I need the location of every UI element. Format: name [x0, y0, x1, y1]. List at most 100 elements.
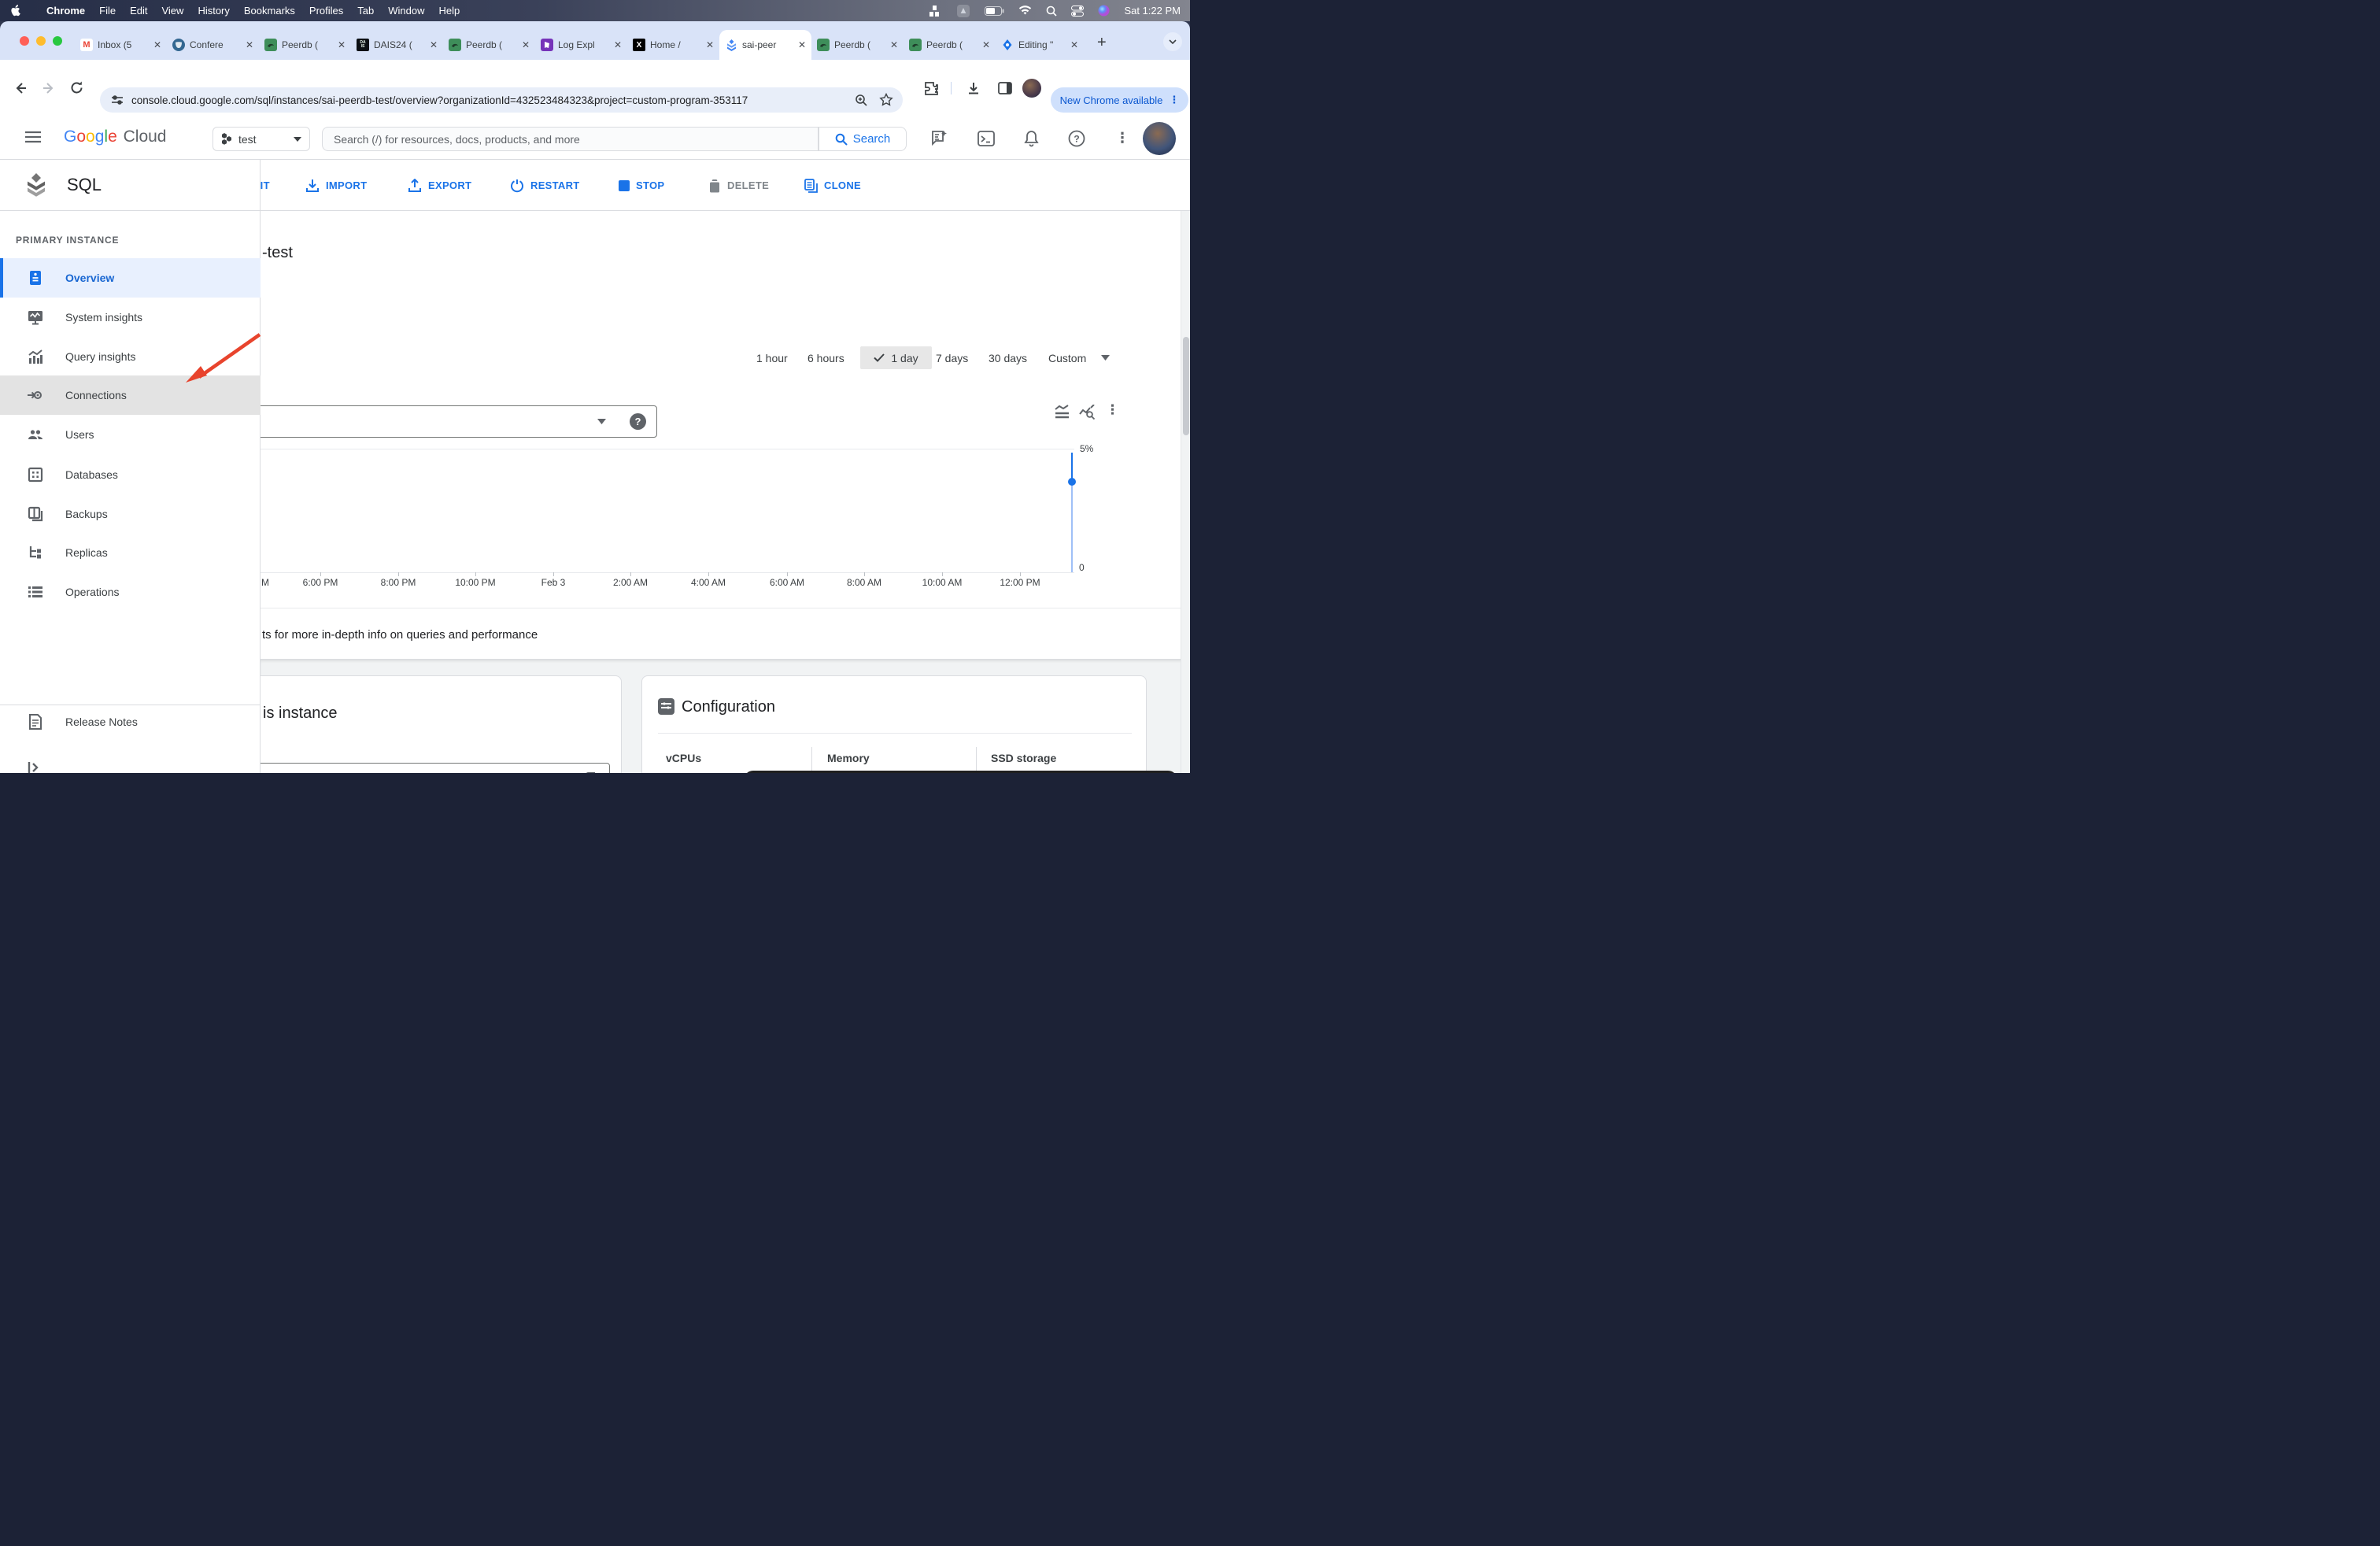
chart-more-vert-icon[interactable]: ⋮ [1106, 402, 1119, 418]
zoom-page-icon[interactable] [855, 94, 868, 107]
extensions-icon[interactable] [924, 81, 939, 96]
omnibox[interactable]: console.cloud.google.com/sql/instances/s… [100, 87, 903, 113]
tab-close-icon[interactable]: ✕ [798, 39, 806, 50]
time-range-custom[interactable]: Custom [1048, 346, 1086, 369]
gcloud-logo[interactable]: Google Cloud [64, 128, 166, 146]
restart-button[interactable]: RESTART [510, 160, 580, 211]
sidebar-item-users[interactable]: Users [0, 415, 261, 454]
menu-file[interactable]: File [99, 5, 116, 17]
menu-profiles[interactable]: Profiles [309, 5, 343, 17]
global-search-input[interactable]: Search (/) for resources, docs, products… [322, 127, 819, 151]
tab-search-chevron-icon[interactable] [1163, 32, 1182, 51]
url-text[interactable]: console.cloud.google.com/sql/instances/s… [131, 94, 855, 106]
time-range-1-hour[interactable]: 1 hour [756, 346, 788, 369]
tab-close-icon[interactable]: ✕ [890, 39, 898, 50]
chart-point-marker[interactable] [1068, 478, 1076, 486]
menu-view[interactable]: View [161, 5, 183, 17]
download-icon[interactable] [966, 81, 981, 95]
metric-select-chevron-icon[interactable] [597, 419, 606, 424]
collapse-sidebar-icon[interactable] [28, 762, 40, 773]
menu-history[interactable]: History [198, 5, 229, 17]
control-center-icon[interactable] [1071, 6, 1084, 17]
back-icon[interactable] [13, 80, 28, 96]
help-icon[interactable]: ? [1068, 130, 1085, 147]
close-window-button[interactable] [20, 36, 29, 46]
stop-button[interactable]: STOP [619, 160, 664, 211]
account-avatar[interactable] [1143, 122, 1176, 155]
forward-icon[interactable] [41, 80, 57, 96]
menu-help[interactable]: Help [439, 5, 460, 17]
area-chart-toggle-icon[interactable] [1055, 405, 1071, 419]
sidebar-item-release-notes[interactable]: Release Notes [0, 702, 261, 742]
browser-profile-avatar[interactable] [1022, 79, 1041, 98]
bookmark-star-icon[interactable] [879, 93, 893, 107]
menu-clock[interactable]: Sat 1:22 PM [1124, 5, 1181, 17]
time-range-30-days[interactable]: 30 days [989, 346, 1027, 369]
cloud-shell-icon[interactable] [978, 130, 995, 147]
tab-close-icon[interactable]: ✕ [522, 39, 530, 50]
notifications-bell-icon[interactable] [1023, 130, 1040, 147]
tab-inbox[interactable]: M Inbox (5✕ [75, 30, 167, 60]
time-range-1-day-selected[interactable]: 1 day [860, 346, 932, 369]
tab-close-icon[interactable]: ✕ [430, 39, 438, 50]
metric-help-icon[interactable]: ? [630, 413, 646, 430]
side-panel-icon[interactable] [998, 81, 1012, 95]
sidebar-item-operations[interactable]: Operations [0, 572, 261, 612]
import-button[interactable]: IMPORT [305, 160, 367, 211]
stats-menu-icon[interactable] [929, 6, 942, 17]
sidebar-item-replicas[interactable]: Replicas [0, 533, 261, 572]
tab-editing[interactable]: Editing "✕ [996, 30, 1084, 60]
apple-icon[interactable] [11, 5, 21, 17]
menu-chrome[interactable]: Chrome [46, 5, 85, 17]
tab-log-explorer[interactable]: Log Expl✕ [535, 30, 627, 60]
time-range-7-days[interactable]: 7 days [936, 346, 968, 369]
time-range-6-hours[interactable]: 6 hours [808, 346, 844, 369]
menu-edit[interactable]: Edit [130, 5, 147, 17]
hamburger-menu-icon[interactable] [25, 131, 41, 143]
more-vert-icon[interactable]: ⋮ [1115, 130, 1129, 146]
tab-peerdb-1[interactable]: Peerdb (✕ [259, 30, 351, 60]
siri-icon[interactable] [1098, 5, 1110, 17]
gemini-assist-icon[interactable] [931, 130, 948, 147]
tab-sai-peerdb-active[interactable]: sai-peer✕ [719, 30, 811, 60]
scrollbar[interactable] [1181, 211, 1190, 773]
site-settings-icon[interactable] [111, 94, 124, 106]
sidebar-item-backups[interactable]: Backups [0, 494, 261, 534]
export-button[interactable]: EXPORT [408, 160, 471, 211]
scrollbar-thumb[interactable] [1183, 337, 1189, 435]
copy-icon[interactable] [586, 772, 600, 773]
menu-window[interactable]: Window [388, 5, 424, 17]
snackbar[interactable] [744, 771, 1177, 773]
browser-menu-dots-icon[interactable]: ⋮ [1169, 94, 1179, 106]
tab-peerdb-2[interactable]: Peerdb (✕ [443, 30, 535, 60]
reload-icon[interactable] [69, 80, 84, 95]
tab-close-icon[interactable]: ✕ [153, 39, 161, 50]
tab-close-icon[interactable]: ✕ [338, 39, 346, 50]
tab-close-icon[interactable]: ✕ [982, 39, 990, 50]
spotlight-icon[interactable] [1046, 6, 1057, 17]
connection-name-field[interactable] [261, 763, 610, 773]
zoom-window-button[interactable] [53, 36, 62, 46]
new-tab-button[interactable]: + [1097, 34, 1107, 52]
wifi-icon[interactable] [1018, 6, 1032, 16]
menu-tab[interactable]: Tab [357, 5, 374, 17]
tab-close-icon[interactable]: ✕ [246, 39, 253, 50]
tab-peerdb-4[interactable]: Peerdb (✕ [904, 30, 996, 60]
custom-range-chevron-icon[interactable] [1101, 355, 1110, 361]
tab-dais24[interactable]: DAIS DAIS24 (✕ [351, 30, 443, 60]
minimize-window-button[interactable] [36, 36, 46, 46]
new-chrome-button[interactable]: New Chrome available ⋮ [1051, 87, 1188, 113]
clone-button[interactable]: CLONE [804, 160, 861, 211]
global-search-button[interactable]: Search [819, 127, 907, 151]
app-menu-icon[interactable] [956, 4, 970, 18]
delete-button[interactable]: DELETE [708, 160, 769, 211]
tab-close-icon[interactable]: ✕ [1070, 39, 1078, 50]
battery-icon[interactable] [985, 6, 1004, 16]
explore-chart-icon[interactable] [1079, 405, 1096, 420]
project-picker[interactable]: test [213, 127, 310, 151]
tab-conference[interactable]: Confere✕ [167, 30, 259, 60]
sidebar-item-databases[interactable]: Databases [0, 455, 261, 494]
tab-close-icon[interactable]: ✕ [706, 39, 714, 50]
tab-close-icon[interactable]: ✕ [614, 39, 622, 50]
menu-bookmarks[interactable]: Bookmarks [244, 5, 295, 17]
